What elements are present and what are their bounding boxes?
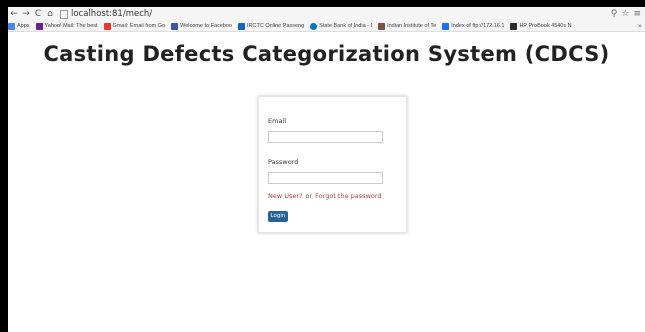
bookmark-item[interactable]: Indian Institute of Te xyxy=(378,22,437,30)
facebook-icon xyxy=(171,22,179,30)
search-icon[interactable]: ⚲ xyxy=(611,9,618,19)
bookmark-label: Indian Institute of Te xyxy=(387,23,437,29)
bookmark-label: Welcome to Faceboo xyxy=(180,23,232,29)
bookmark-label: IRCTC Online Passeng xyxy=(247,23,305,29)
hp-icon xyxy=(510,22,518,30)
bookmark-item[interactable]: Gmail: Email from Go xyxy=(103,22,166,30)
login-button[interactable]: Login xyxy=(268,211,288,222)
bookmarks-bar: Apps Yahoo! Mail: The best Gmail: Email … xyxy=(8,21,645,32)
apps-icon xyxy=(8,22,15,30)
bookmark-label: Apps xyxy=(17,23,30,29)
bookmark-item[interactable]: Yahoo! Mail: The best xyxy=(35,22,98,30)
bookmarks-overflow-icon[interactable]: » xyxy=(638,21,642,31)
folder-icon xyxy=(442,22,450,30)
home-icon[interactable]: ⌂ xyxy=(44,7,56,21)
yahoo-icon xyxy=(35,22,43,30)
account-links: New User? or Forgot the password xyxy=(268,192,382,200)
email-label: Email xyxy=(268,117,287,125)
bookmark-item[interactable]: State Bank of India - I xyxy=(310,22,373,30)
or-text: or xyxy=(305,192,313,200)
bookmark-item[interactable]: IRCTC Online Passeng xyxy=(238,22,305,30)
bookmark-label: HP ProBook 4540s N xyxy=(519,23,572,29)
bookmark-item[interactable]: Index of ftp://172.16.1 xyxy=(442,22,505,30)
bookmark-item[interactable]: Welcome to Faceboo xyxy=(171,22,232,30)
bookmark-label: Gmail: Email from Go xyxy=(112,23,166,29)
bookmark-item[interactable]: HP ProBook 4540s N xyxy=(510,22,572,30)
sbi-icon xyxy=(310,22,318,30)
irctc-icon xyxy=(238,22,245,30)
browser-window: ← → C ⌂ localhost:81/mech/ ⚲ ☆ ≡ Apps Ya… xyxy=(8,7,645,332)
bookmark-label: State Bank of India - I xyxy=(319,23,373,29)
address-bar-url[interactable]: localhost:81/mech/ xyxy=(71,9,152,19)
bookmark-item[interactable]: Apps xyxy=(8,22,30,30)
bookmark-label: Index of ftp://172.16.1 xyxy=(451,23,505,29)
forgot-password-link[interactable]: Forgot the password xyxy=(315,192,381,200)
page-icon xyxy=(60,9,68,19)
page-title: Casting Defects Categorization System (C… xyxy=(43,42,610,66)
star-icon[interactable]: ☆ xyxy=(621,9,629,19)
reload-icon[interactable]: C xyxy=(32,7,44,21)
menu-icon[interactable]: ≡ xyxy=(633,9,641,19)
bookmark-label: Yahoo! Mail: The best xyxy=(44,23,98,29)
browser-toolbar: ← → C ⌂ localhost:81/mech/ ⚲ ☆ ≡ xyxy=(8,7,645,21)
back-icon[interactable]: ← xyxy=(8,7,20,21)
password-label: Password xyxy=(268,158,299,166)
iit-icon xyxy=(378,22,386,30)
password-field[interactable] xyxy=(268,172,383,184)
gmail-icon xyxy=(103,22,111,30)
new-user-link[interactable]: New User? xyxy=(268,192,303,200)
forward-icon[interactable]: → xyxy=(20,7,32,21)
login-card: Email Password New User? or Forgot the pas… xyxy=(258,96,407,233)
address-bar[interactable]: localhost:81/mech/ xyxy=(60,8,611,20)
email-field[interactable] xyxy=(268,131,383,143)
